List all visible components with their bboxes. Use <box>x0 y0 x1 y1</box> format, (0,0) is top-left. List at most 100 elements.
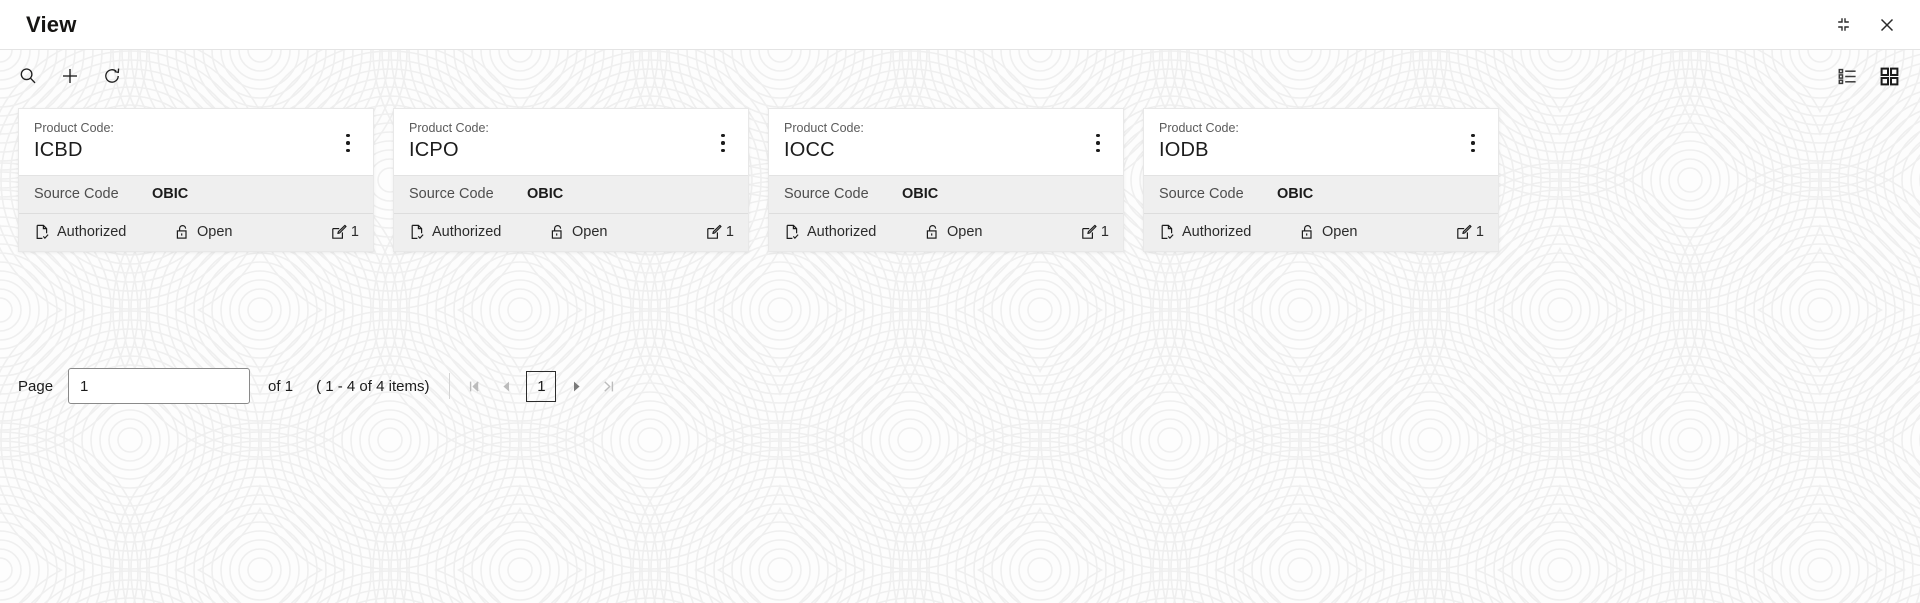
card-footer: Authorized Open <box>19 213 373 251</box>
unlock-icon <box>1299 224 1316 241</box>
lock-state: Open <box>174 224 331 241</box>
list-view-icon[interactable] <box>1834 63 1860 89</box>
status-label: Authorized <box>1182 224 1251 240</box>
pagination-bar: Page of 1 ( 1 - 4 of 4 items) 1 <box>0 368 1920 404</box>
card-footer: Authorized Open <box>394 213 748 251</box>
product-card-grid: Product Code: ICBD Source Code OBIC <box>0 108 1920 252</box>
card-field-label: Product Code: <box>784 120 1087 136</box>
previous-page-button[interactable] <box>490 370 522 402</box>
add-icon[interactable] <box>54 60 86 92</box>
first-page-button[interactable] <box>458 370 490 402</box>
card-detail-row: Source Code OBIC <box>394 175 748 213</box>
card-field-value: IODB <box>1159 137 1462 163</box>
modification-count[interactable]: 1 <box>706 224 734 241</box>
document-check-icon <box>1159 224 1176 241</box>
card-header: Product Code: ICPO <box>394 109 748 175</box>
next-page-button[interactable] <box>560 370 592 402</box>
unlock-icon <box>174 224 191 241</box>
card-menu-icon[interactable] <box>712 128 734 158</box>
item-range-label: ( 1 - 4 of 4 items) <box>316 378 429 395</box>
product-card[interactable]: Product Code: IOCC Source Code OBIC <box>768 108 1124 252</box>
card-header-texts: Product Code: ICPO <box>409 120 712 163</box>
status-badge: Authorized <box>409 224 549 241</box>
collapse-icon[interactable] <box>1832 14 1854 36</box>
page-input[interactable] <box>68 368 250 404</box>
lock-state-label: Open <box>197 224 232 240</box>
lock-state-label: Open <box>1322 224 1357 240</box>
titlebar-actions <box>1832 14 1898 36</box>
page-total-label: of 1 <box>268 378 293 395</box>
card-detail-row: Source Code OBIC <box>1144 175 1498 213</box>
unlock-icon <box>924 224 941 241</box>
view-window: View <box>0 0 1920 603</box>
current-page-button[interactable]: 1 <box>526 371 556 402</box>
edit-square-icon <box>1081 224 1098 241</box>
page-label: Page <box>18 378 53 395</box>
card-detail-label: Source Code <box>1159 186 1277 202</box>
grid-view-icon[interactable] <box>1876 63 1902 89</box>
product-card[interactable]: Product Code: ICBD Source Code OBIC <box>18 108 374 252</box>
card-field-label: Product Code: <box>409 120 712 136</box>
page-title: View <box>26 12 77 38</box>
card-field-label: Product Code: <box>34 120 337 136</box>
close-icon[interactable] <box>1876 14 1898 36</box>
status-label: Authorized <box>807 224 876 240</box>
card-header: Product Code: IOCC <box>769 109 1123 175</box>
lock-state-label: Open <box>572 224 607 240</box>
card-detail-value: OBIC <box>527 186 563 202</box>
lock-state-label: Open <box>947 224 982 240</box>
pagination-divider <box>449 373 450 399</box>
status-badge: Authorized <box>784 224 924 241</box>
lock-state: Open <box>549 224 706 241</box>
card-detail-value: OBIC <box>902 186 938 202</box>
card-field-value: ICBD <box>34 137 337 163</box>
window-body: Product Code: ICBD Source Code OBIC <box>0 50 1920 603</box>
edit-square-icon <box>706 224 723 241</box>
card-detail-label: Source Code <box>409 186 527 202</box>
card-detail-value: OBIC <box>1277 186 1313 202</box>
card-detail-row: Source Code OBIC <box>19 175 373 213</box>
edit-square-icon <box>1456 224 1473 241</box>
card-header: Product Code: ICBD <box>19 109 373 175</box>
product-card[interactable]: Product Code: ICPO Source Code OBIC <box>393 108 749 252</box>
card-field-value: ICPO <box>409 137 712 163</box>
lock-state: Open <box>1299 224 1456 241</box>
card-menu-icon[interactable] <box>337 128 359 158</box>
card-header-texts: Product Code: ICBD <box>34 120 337 163</box>
toolbar-left-actions <box>12 60 128 92</box>
window-titlebar: View <box>0 0 1920 50</box>
product-card[interactable]: Product Code: IODB Source Code OBIC <box>1143 108 1499 252</box>
modification-count[interactable]: 1 <box>331 224 359 241</box>
status-label: Authorized <box>432 224 501 240</box>
card-header-texts: Product Code: IOCC <box>784 120 1087 163</box>
status-label: Authorized <box>57 224 126 240</box>
lock-state: Open <box>924 224 1081 241</box>
document-check-icon <box>409 224 426 241</box>
edit-square-icon <box>331 224 348 241</box>
card-detail-label: Source Code <box>784 186 902 202</box>
last-page-button[interactable] <box>592 370 624 402</box>
card-detail-row: Source Code OBIC <box>769 175 1123 213</box>
status-badge: Authorized <box>34 224 174 241</box>
refresh-icon[interactable] <box>96 60 128 92</box>
card-footer: Authorized Open <box>769 213 1123 251</box>
document-check-icon <box>34 224 51 241</box>
modification-count[interactable]: 1 <box>1456 224 1484 241</box>
document-check-icon <box>784 224 801 241</box>
card-menu-icon[interactable] <box>1462 128 1484 158</box>
toolbar-view-modes <box>1834 63 1902 89</box>
modification-count-value: 1 <box>351 224 359 240</box>
card-footer: Authorized Open <box>1144 213 1498 251</box>
card-menu-icon[interactable] <box>1087 128 1109 158</box>
status-badge: Authorized <box>1159 224 1299 241</box>
search-icon[interactable] <box>12 60 44 92</box>
card-header: Product Code: IODB <box>1144 109 1498 175</box>
modification-count-value: 1 <box>1101 224 1109 240</box>
modification-count[interactable]: 1 <box>1081 224 1109 241</box>
pagination-nav: 1 <box>458 370 624 402</box>
content-toolbar <box>0 50 1920 102</box>
card-field-value: IOCC <box>784 137 1087 163</box>
unlock-icon <box>549 224 566 241</box>
modification-count-value: 1 <box>726 224 734 240</box>
modification-count-value: 1 <box>1476 224 1484 240</box>
